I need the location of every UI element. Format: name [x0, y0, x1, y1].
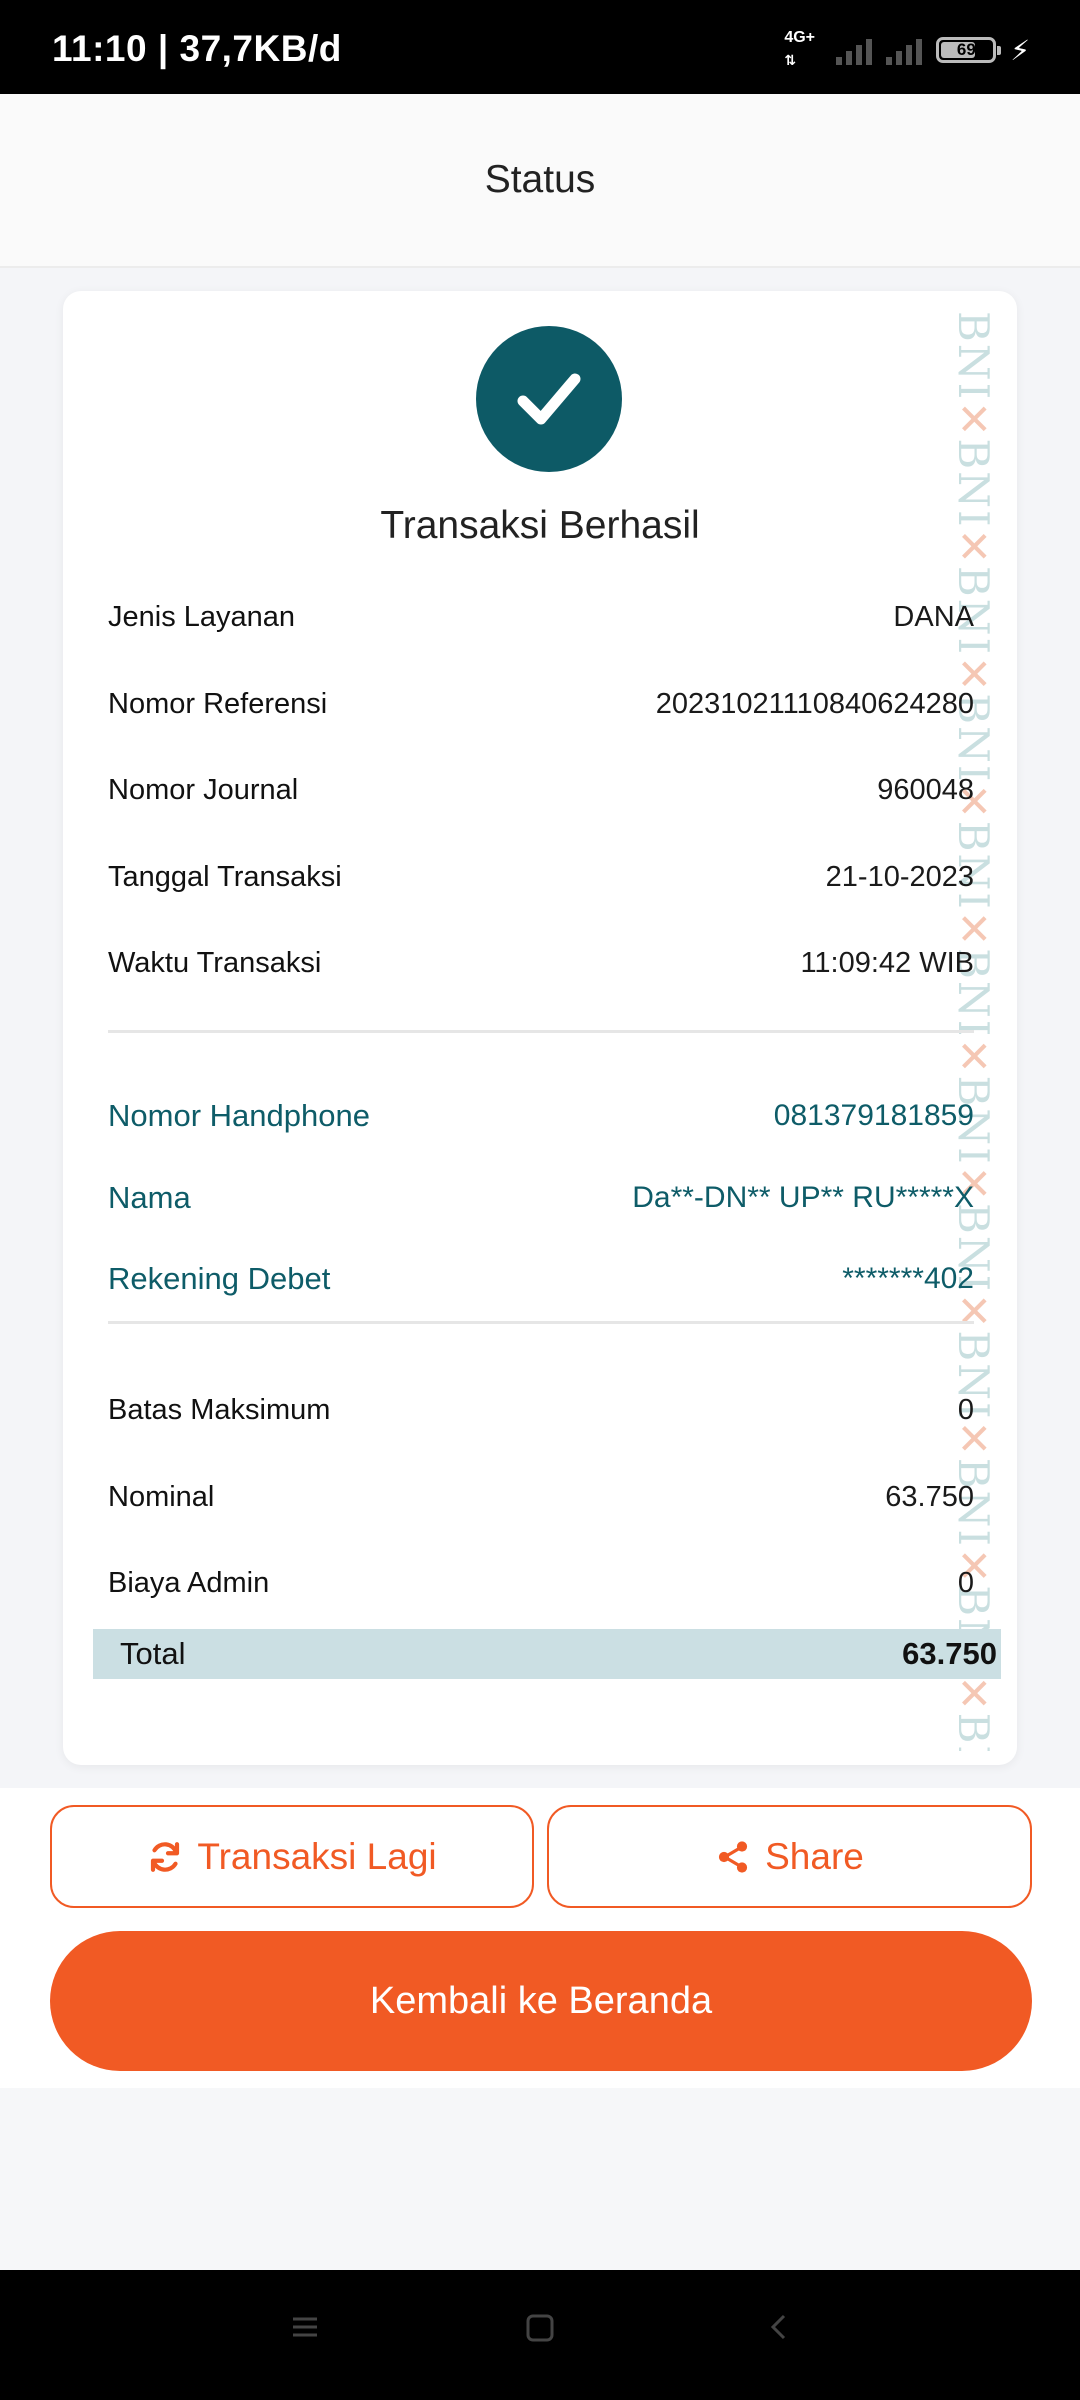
amount-value: 63.750: [885, 1480, 974, 1513]
detail-value: 20231021110840624280: [655, 687, 974, 720]
share-label: Share: [765, 1835, 864, 1877]
status-icons: 4G+ ⇅ 69 ⚡: [784, 28, 1030, 72]
amount-label: Batas Maksimum: [108, 1393, 331, 1426]
share-icon: [719, 1840, 748, 1873]
home-nav-icon[interactable]: [524, 2312, 556, 2349]
app-header: Status: [0, 94, 1080, 268]
total-label: Total: [120, 1636, 186, 1671]
divider: [108, 1321, 974, 1324]
share-button[interactable]: Share: [547, 1805, 1032, 1908]
customer-row-account: Rekening Debet *******402: [108, 1257, 974, 1301]
detail-value: 11:09:42 WIB: [800, 946, 974, 979]
customer-label: Nomor Handphone: [108, 1098, 370, 1133]
system-nav-bar: [0, 2270, 1080, 2400]
battery-level: 69: [956, 40, 976, 59]
customer-row-phone: Nomor Handphone 081379181859: [108, 1094, 974, 1138]
detail-label: Nomor Journal: [108, 773, 299, 806]
repeat-transaction-button[interactable]: Transaksi Lagi: [50, 1805, 534, 1908]
total-row: Total 63.750: [93, 1629, 1001, 1679]
detail-value: 21-10-2023: [825, 860, 974, 893]
customer-label: Rekening Debet: [108, 1261, 331, 1296]
data-arrows-icon: ⇅: [784, 52, 797, 68]
detail-row-time: Waktu Transaksi 11:09:42 WIB: [108, 941, 974, 985]
network-label: 4G+: [784, 29, 816, 46]
customer-value: 081379181859: [773, 1099, 974, 1132]
detail-label: Jenis Layanan: [108, 600, 296, 633]
customer-label: Nama: [108, 1180, 191, 1215]
customer-value: Da**-DN** UP** RU*****X: [632, 1181, 974, 1214]
back-nav-icon[interactable]: [764, 2312, 794, 2347]
customer-row-name: Nama Da**-DN** UP** RU*****X: [108, 1176, 974, 1220]
status-time: 11:10 | 37,7KB/d: [52, 28, 342, 69]
status-bar: 11:10 | 37,7KB/d 4G+ ⇅ 69 ⚡: [0, 0, 1080, 94]
amount-value: 0: [957, 1393, 974, 1426]
amount-row-admin-fee: Biaya Admin 0: [108, 1561, 974, 1605]
customer-value: *******402: [842, 1262, 974, 1295]
detail-value: 960048: [877, 773, 974, 806]
signal-icon: [836, 35, 873, 65]
detail-row-date: Tanggal Transaksi 21-10-2023: [108, 855, 974, 899]
detail-value: DANA: [893, 600, 974, 633]
repeat-transaction-label: Transaksi Lagi: [197, 1835, 437, 1877]
amount-row-nominal: Nominal 63.750: [108, 1475, 974, 1519]
signal-icon-2: [886, 35, 923, 65]
detail-label: Waktu Transaksi: [108, 946, 322, 979]
detail-label: Nomor Referensi: [108, 687, 328, 720]
battery-icon: 69: [936, 37, 1002, 63]
network-icon: 4G+ ⇅: [784, 29, 822, 69]
divider: [108, 1030, 974, 1033]
detail-label: Tanggal Transaksi: [108, 860, 342, 893]
detail-row-journal: Nomor Journal 960048: [108, 768, 974, 812]
status-title: Transaksi Berhasil: [380, 504, 700, 547]
check-circle-icon: [476, 326, 622, 472]
detail-row-service: Jenis Layanan DANA: [108, 595, 974, 639]
amount-row-max: Batas Maksimum 0: [108, 1388, 974, 1432]
receipt-card: BNI✕BNI✕BNI✕BNI✕BNI✕BNI✕BNI✕BNI✕BNI✕BNI✕…: [63, 291, 1017, 1765]
detail-row-reference: Nomor Referensi 20231021110840624280: [108, 682, 974, 726]
back-to-home-button[interactable]: Kembali ke Beranda: [50, 1931, 1032, 2071]
amount-label: Nominal: [108, 1480, 215, 1513]
refresh-icon: [151, 1841, 180, 1872]
menu-nav-icon[interactable]: [290, 2312, 320, 2347]
amount-label: Biaya Admin: [108, 1566, 270, 1599]
amount-value: 0: [957, 1566, 974, 1599]
page-title: Status: [484, 158, 596, 201]
total-value: 63.750: [902, 1636, 997, 1671]
page-background: [0, 2088, 1080, 2270]
charging-icon: ⚡: [1010, 34, 1030, 66]
back-to-home-label: Kembali ke Beranda: [369, 1979, 713, 2022]
